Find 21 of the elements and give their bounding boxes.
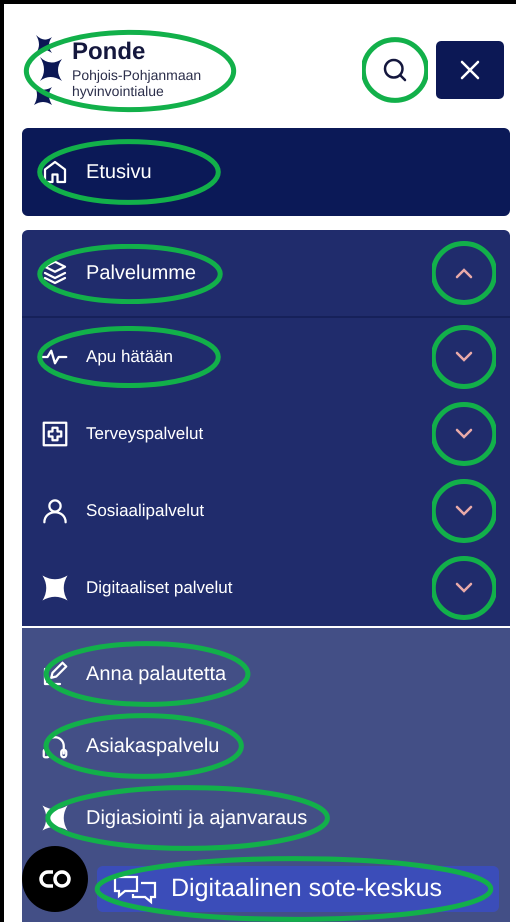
medical-cross-icon [40,418,70,448]
nav-link[interactable]: Asiakaspalvelu [40,731,220,761]
nav-link[interactable]: Terveyspalvelut [40,418,204,448]
chevron-icon [454,350,474,362]
logo-subtitle: Pohjois-Pohjanmaan hyvinvointialue [72,67,202,99]
sparkle-icon [40,803,70,833]
close-button[interactable] [436,41,504,99]
nav-link[interactable]: Digitaaliset palvelut [40,572,232,602]
chevron-icon [454,582,474,594]
chat-button[interactable]: Digitaalinen sote-keskus [97,866,499,912]
nav-link[interactable]: Anna palautetta [40,659,226,689]
nav-link[interactable]: Sosiaalipalvelut [40,496,204,526]
chevron-icon [454,504,474,516]
toggle-icon [38,869,72,889]
sparkle-icon [40,572,70,602]
close-icon [458,58,482,82]
logo-name: Ponde [72,41,146,63]
chat-bubbles-icon [111,873,159,905]
chevron-icon [454,428,474,440]
nav-link[interactable]: Digiasiointi ja ajanvaraus [40,803,308,833]
chevron-icon [454,267,474,279]
